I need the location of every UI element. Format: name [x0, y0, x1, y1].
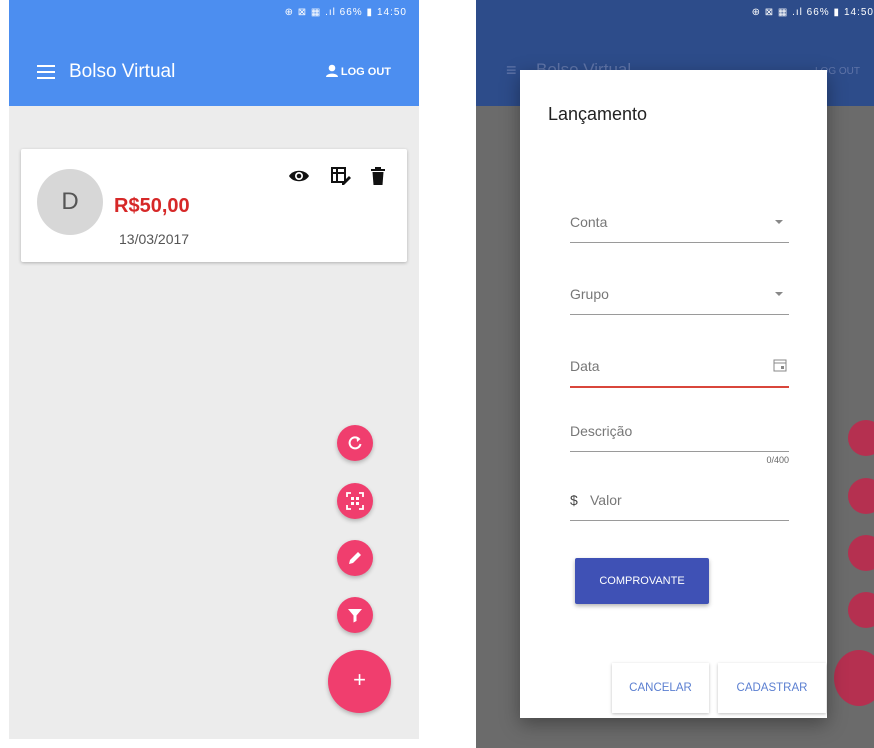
cadastrar-button[interactable]: CADASTRAR — [718, 663, 826, 713]
background-fab — [848, 535, 874, 571]
background-fab — [848, 592, 874, 628]
refresh-fab[interactable] — [337, 425, 373, 461]
cancel-button[interactable]: CANCELAR — [612, 663, 709, 713]
dialog-title: Lançamento — [548, 104, 648, 124]
status-icons: ⊕ ⊠ ▦ .ıl 66% ▮ 14:50 — [285, 7, 407, 18]
app-title: Bolso Virtual — [69, 61, 176, 82]
edit-list-icon[interactable] — [330, 167, 351, 190]
logout-button[interactable]: LOG OUT — [325, 64, 391, 80]
main-screen: ⊕ ⊠ ▦ .ıl 66% ▮ 14:50 Bolso Virtual LOG O… — [9, 0, 419, 739]
descricao-label: Descrição — [570, 423, 633, 439]
entry-card[interactable]: D R$50,00 13/03/2017 — [21, 149, 407, 262]
eye-icon[interactable] — [288, 169, 310, 188]
conta-select[interactable]: Conta — [570, 206, 789, 243]
edit-fab[interactable] — [337, 540, 373, 576]
status-indicators: ⊕ ⊠ ▦ .ıl 66% ▮ — [284, 7, 373, 18]
lancamento-dialog: Lançamento Conta Grupo Data Descrição 0/… — [520, 70, 827, 718]
delete-icon[interactable] — [371, 167, 385, 190]
app-bar: ⊕ ⊠ ▦ .ıl 66% ▮ 14:50 Bolso Virtual LOG O… — [9, 0, 419, 106]
background-fab — [848, 420, 874, 456]
background-fab — [834, 650, 874, 706]
currency-prefix: $ — [570, 492, 578, 508]
grupo-label: Grupo — [570, 286, 609, 302]
logout-label: LOG OUT — [340, 65, 391, 78]
status-indicators: ⊕ ⊠ ▦ .ıl 66% ▮ — [751, 7, 840, 18]
menu-icon[interactable] — [37, 65, 55, 79]
valor-label: Valor — [590, 492, 622, 508]
dialog-screen: ⊕ ⊠ ▦ .ıl 66% ▮14:50 ≡ Bolso Virtual LOG… — [476, 0, 874, 748]
grupo-select[interactable]: Grupo — [570, 278, 789, 315]
add-fab[interactable]: + — [328, 650, 391, 713]
status-icons: ⊕ ⊠ ▦ .ıl 66% ▮ 14:50 — [752, 7, 874, 18]
comprovante-button[interactable]: COMPROVANTE — [575, 558, 709, 604]
data-field[interactable]: Data — [570, 350, 789, 388]
conta-label: Conta — [570, 214, 608, 230]
status-time: 14:50 — [843, 7, 874, 18]
person-icon — [325, 64, 339, 80]
entry-date: 13/03/2017 — [119, 231, 190, 247]
status-bar: ⊕ ⊠ ▦ .ıl 66% ▮ 14:50 — [9, 0, 419, 35]
dropdown-arrow-icon — [775, 220, 783, 224]
dropdown-arrow-icon — [775, 292, 783, 296]
filter-fab[interactable] — [337, 597, 373, 633]
card-actions — [272, 167, 385, 190]
background-fab — [848, 478, 874, 514]
status-bar: ⊕ ⊠ ▦ .ıl 66% ▮ 14:50 — [476, 0, 874, 35]
descricao-field[interactable]: Descrição 0/400 — [570, 415, 789, 465]
character-counter: 0/400 — [766, 455, 789, 465]
calendar-icon[interactable] — [773, 358, 787, 377]
status-time: 14:50 — [376, 7, 407, 18]
scan-fab[interactable] — [337, 483, 373, 519]
data-label: Data — [570, 358, 600, 374]
valor-field[interactable]: $ Valor — [570, 484, 789, 521]
background-menu-icon: ≡ — [506, 60, 517, 80]
plus-icon: + — [353, 667, 366, 692]
entry-amount: R$50,00 — [114, 195, 190, 217]
avatar: D — [37, 169, 103, 235]
